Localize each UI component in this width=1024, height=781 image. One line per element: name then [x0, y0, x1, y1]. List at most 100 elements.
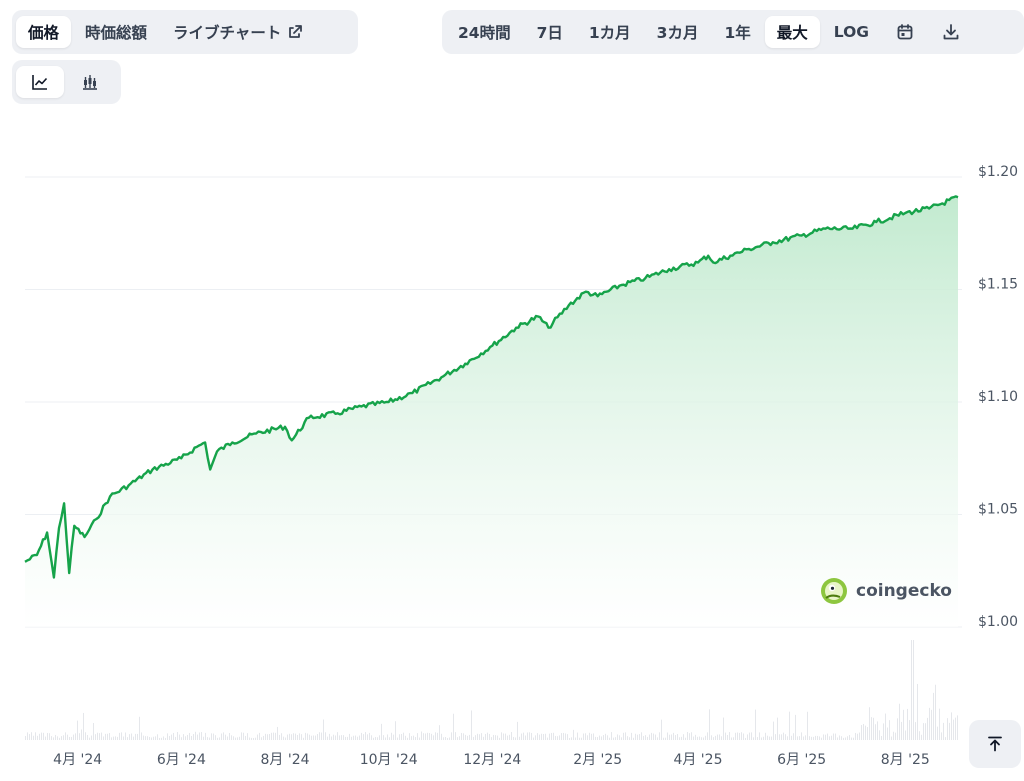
volume-bar [531, 732, 532, 740]
volume-bar [939, 708, 940, 740]
volume-bar [771, 736, 772, 740]
volume-bar [361, 732, 362, 740]
volume-bar [695, 734, 696, 740]
volume-bar [303, 737, 304, 740]
volume-bar [431, 733, 432, 740]
volume-bar [55, 734, 56, 740]
volume-bar [515, 737, 516, 740]
volume-bar [635, 733, 636, 740]
x-tick-label: 4月 '24 [53, 752, 102, 768]
volume-bar [815, 735, 816, 740]
volume-bar [233, 736, 234, 740]
volume-bar [341, 735, 342, 740]
volume-bar [905, 730, 906, 740]
volume-bar [347, 736, 348, 740]
volume-bar [697, 736, 698, 740]
volume-bar [401, 733, 402, 740]
volume-bar [929, 707, 930, 740]
volume-bar [747, 734, 748, 740]
volume-bar [39, 733, 40, 740]
volume-bar [415, 737, 416, 740]
volume-bar [121, 732, 122, 740]
volume-bar [743, 733, 744, 740]
volume-bar [229, 732, 230, 740]
volume-bar [181, 737, 182, 740]
volume-bar [239, 736, 240, 740]
volume-bar [471, 710, 472, 740]
volume-bar [407, 737, 408, 740]
volume-bar [145, 736, 146, 740]
volume-bar [165, 737, 166, 740]
volume-bar [767, 735, 768, 740]
volume-bar [765, 732, 766, 740]
volume-bar [91, 735, 92, 740]
volume-bar [355, 735, 356, 740]
volume-bar [593, 733, 594, 740]
volume-bar [331, 736, 332, 740]
volume-bar [155, 736, 156, 740]
volume-bar [501, 732, 502, 740]
scroll-to-top-button[interactable] [969, 720, 1021, 768]
volume-bar [175, 736, 176, 740]
volume-bar [385, 737, 386, 740]
volume-bar [861, 725, 862, 740]
volume-bar [575, 737, 576, 740]
volume-bar [365, 732, 366, 740]
volume-bar [755, 709, 756, 740]
volume-bar [99, 733, 100, 740]
watermark-text: coingecko [856, 581, 952, 601]
volume-bars [25, 640, 958, 740]
volume-bar [587, 735, 588, 740]
volume-bar [211, 733, 212, 740]
volume-bar [343, 735, 344, 740]
volume-bar [817, 735, 818, 740]
volume-bar [543, 734, 544, 740]
volume-bar [353, 735, 354, 740]
volume-bar [81, 729, 82, 740]
volume-bar [297, 735, 298, 740]
volume-bar [881, 735, 882, 740]
volume-bar [301, 734, 302, 740]
volume-bar [423, 733, 424, 740]
volume-bar [323, 719, 324, 740]
volume-bar [453, 713, 454, 740]
volume-bar [795, 714, 796, 740]
volume-bar [207, 737, 208, 740]
volume-bar [261, 737, 262, 740]
volume-bar [709, 709, 710, 740]
volume-bar [923, 723, 924, 740]
volume-bar [629, 737, 630, 740]
volume-bar [483, 736, 484, 740]
volume-bar [763, 736, 764, 740]
volume-bar [539, 734, 540, 740]
volume-bar [299, 733, 300, 740]
volume-bar [527, 732, 528, 740]
volume-bar [87, 735, 88, 740]
volume-bar [127, 737, 128, 740]
volume-bar [85, 732, 86, 740]
y-tick-label: $1.00 [978, 614, 1018, 630]
volume-bar [897, 718, 898, 740]
volume-bar [27, 732, 28, 740]
volume-bar [613, 737, 614, 740]
volume-bar [545, 733, 546, 740]
volume-bar [615, 737, 616, 740]
volume-bar [835, 733, 836, 740]
volume-bar [187, 734, 188, 740]
volume-bar [931, 709, 932, 740]
volume-bar [111, 737, 112, 740]
volume-bar [739, 732, 740, 740]
volume-bar [845, 737, 846, 740]
volume-bar [433, 735, 434, 740]
volume-bar [935, 684, 936, 740]
volume-bar [171, 734, 172, 740]
volume-bar [875, 724, 876, 740]
volume-bar [491, 737, 492, 740]
volume-bar [809, 736, 810, 740]
volume-bar [435, 732, 436, 740]
volume-bar [535, 735, 536, 740]
volume-bar [107, 733, 108, 740]
volume-bar [109, 733, 110, 740]
volume-bar [671, 734, 672, 740]
volume-bar [917, 683, 918, 740]
